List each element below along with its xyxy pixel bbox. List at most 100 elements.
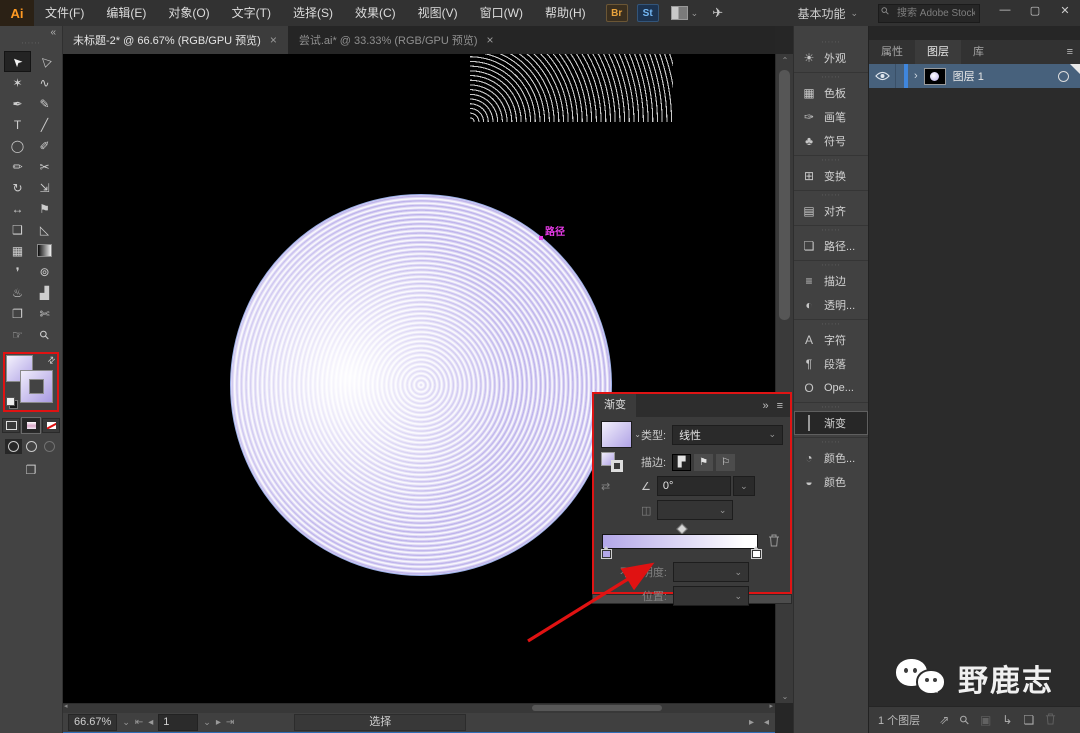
close-button[interactable]: ✕ <box>1050 0 1080 20</box>
gradient-stop-end[interactable] <box>751 546 762 559</box>
menu-select[interactable]: 选择(S) <box>282 0 344 26</box>
close-icon[interactable]: × <box>487 33 494 47</box>
hand-tool[interactable]: ☞ <box>4 324 31 345</box>
shape-builder-tool[interactable]: ❑ <box>4 219 31 240</box>
tab-libraries[interactable]: 库 <box>961 40 996 64</box>
draw-normal-mode[interactable] <box>4 439 22 454</box>
drag-handle[interactable]: ∙∙∙∙∙∙ <box>794 438 868 446</box>
magic-wand-tool[interactable]: ✶ <box>4 72 31 93</box>
drag-handle[interactable]: ∙∙∙∙∙∙ <box>794 38 868 46</box>
maximize-button[interactable]: ▢ <box>1020 0 1050 20</box>
menu-edit[interactable]: 编辑(E) <box>95 0 157 26</box>
dock-item-paragraph[interactable]: ¶ 段落 <box>794 352 868 376</box>
artboard-tool[interactable]: ❐ <box>4 303 31 324</box>
drag-handle[interactable]: ∙∙∙∙∙∙ <box>794 403 868 411</box>
dock-item-swatches[interactable]: ▦ 色板 <box>794 81 868 105</box>
dock-item-color-guide[interactable]: ◔ 颜色... <box>794 446 868 470</box>
drag-handle[interactable]: ∙∙∙∙∙∙ <box>794 261 868 269</box>
menu-view[interactable]: 视图(V) <box>407 0 469 26</box>
shaper-tool[interactable]: ✏ <box>4 156 31 177</box>
drag-handle[interactable]: ∙∙∙∙∙∙ <box>794 191 868 199</box>
column-graph-tool[interactable]: ▟ <box>31 282 58 303</box>
document-tab-1[interactable]: 未标题-2* @ 66.67% (RGB/GPU 预览) × <box>62 26 288 54</box>
dock-item-align[interactable]: ▤ 对齐 <box>794 199 868 223</box>
eyedropper-tool[interactable]: ❜ <box>4 261 31 282</box>
scissors-tool[interactable]: ✂ <box>31 156 58 177</box>
gradient-ramp[interactable] <box>602 534 758 549</box>
panel-menu-icon[interactable]: ≡ <box>777 400 783 412</box>
menu-help[interactable]: 帮助(H) <box>534 0 597 26</box>
color-button[interactable] <box>2 418 20 433</box>
default-fill-stroke-icon[interactable] <box>6 397 18 409</box>
horizontal-scroll-thumb[interactable] <box>532 705 662 711</box>
scroll-down-icon[interactable]: ⌄ <box>776 690 794 703</box>
gradient-tool[interactable] <box>31 240 58 261</box>
tab-layers[interactable]: 图层 <box>915 40 961 64</box>
chevron-down-icon[interactable]: ⌄ <box>122 717 130 728</box>
dock-item-stroke[interactable]: ≡ 描边 <box>794 269 868 293</box>
gradient-slider[interactable] <box>601 523 782 559</box>
menu-file[interactable]: 文件(F) <box>34 0 95 26</box>
mesh-tool[interactable]: ▦ <box>4 240 31 261</box>
menu-type[interactable]: 文字(T) <box>221 0 282 26</box>
width-tool[interactable]: ↔ <box>4 198 31 219</box>
drag-handle[interactable]: ∙∙∙∙∙∙ <box>794 320 868 328</box>
scale-tool[interactable]: ⇲ <box>31 177 58 198</box>
dock-item-appearance[interactable]: ☀ 外观 <box>794 46 868 70</box>
collect-for-export-icon[interactable]: ⇗ <box>939 713 949 727</box>
perspective-grid-tool[interactable]: ◺ <box>31 219 58 240</box>
dock-item-gradient[interactable]: 渐变 <box>794 411 868 435</box>
dock-item-character[interactable]: A 字符 <box>794 328 868 352</box>
pen-tool[interactable]: ✒ <box>4 93 31 114</box>
gradient-within-stroke-button[interactable]: ▛ <box>672 453 692 471</box>
gradient-preview-swatch[interactable] <box>601 421 633 448</box>
scroll-left-icon[interactable]: ◂ <box>64 702 68 710</box>
rocket-icon[interactable]: ✈ <box>712 5 723 21</box>
blend-tool[interactable]: ⊚ <box>31 261 58 282</box>
angle-field[interactable]: 0° <box>656 476 731 496</box>
new-layer-icon[interactable]: ❏ <box>1023 713 1034 727</box>
dock-item-opentype[interactable]: O Ope... <box>794 376 868 400</box>
draw-behind-mode[interactable] <box>23 439 40 454</box>
status-prev-icon[interactable]: ◂ <box>764 717 769 728</box>
visibility-eye-icon[interactable] <box>869 64 896 88</box>
gradient-circle-object[interactable] <box>230 194 612 576</box>
curvature-tool[interactable]: ✎ <box>31 93 58 114</box>
document-tab-2[interactable]: 尝试.ai* @ 33.33% (RGB/GPU 预览) × <box>288 26 505 54</box>
selection-tool[interactable]: ➤ <box>4 51 31 72</box>
scroll-up-icon[interactable]: ⌃ <box>776 54 794 67</box>
lasso-tool[interactable]: ∿ <box>31 72 58 93</box>
expand-chevron-icon[interactable]: › <box>908 70 924 82</box>
last-artboard-button[interactable]: ⇥ <box>226 717 234 728</box>
angle-dropdown[interactable]: ⌄ <box>732 476 755 496</box>
arrange-documents-button[interactable]: ⌄ <box>670 6 698 20</box>
line-segment-tool[interactable]: ╱ <box>31 114 58 135</box>
arc-pattern-object[interactable] <box>470 54 673 122</box>
none-button[interactable] <box>42 418 60 433</box>
drag-handle[interactable]: ∙∙∙∙∙∙ <box>794 156 868 164</box>
collapse-panel-icon[interactable]: » <box>762 400 768 412</box>
gradient-midpoint-handle[interactable] <box>675 523 688 535</box>
gradient-button[interactable] <box>22 418 40 433</box>
status-next-icon[interactable]: ▸ <box>749 717 754 728</box>
first-artboard-button[interactable]: ⇤ <box>135 717 143 728</box>
dock-item-brushes[interactable]: ✑ 画笔 <box>794 105 868 129</box>
gradient-across-stroke-button[interactable]: ⚐ <box>716 453 736 471</box>
menu-object[interactable]: 对象(O) <box>157 0 220 26</box>
gradient-panel-tab[interactable]: 渐变 <box>594 394 636 417</box>
next-artboard-button[interactable]: ▸ <box>216 717 221 728</box>
dock-item-color[interactable]: ◒ 颜色 <box>794 470 868 494</box>
horizontal-scrollbar[interactable]: ◂ ▸ <box>62 703 775 713</box>
zoom-tool[interactable]: ⚲ <box>31 324 58 345</box>
drag-handle[interactable]: ∙∙∙∙∙∙ <box>794 73 868 81</box>
menu-window[interactable]: 窗口(W) <box>469 0 534 26</box>
dock-item-symbols[interactable]: ♣ 符号 <box>794 129 868 153</box>
screen-mode-button[interactable]: ❐ <box>26 463 37 477</box>
tab-properties[interactable]: 属性 <box>869 40 915 64</box>
artboard-number-field[interactable]: 1 <box>158 714 199 731</box>
rotate-tool[interactable]: ↻ <box>4 177 31 198</box>
menu-effect[interactable]: 效果(C) <box>344 0 407 26</box>
bridge-button[interactable]: Br <box>605 4 628 22</box>
symbol-sprayer-tool[interactable]: ♨ <box>4 282 31 303</box>
vertical-scroll-thumb[interactable] <box>779 70 790 320</box>
